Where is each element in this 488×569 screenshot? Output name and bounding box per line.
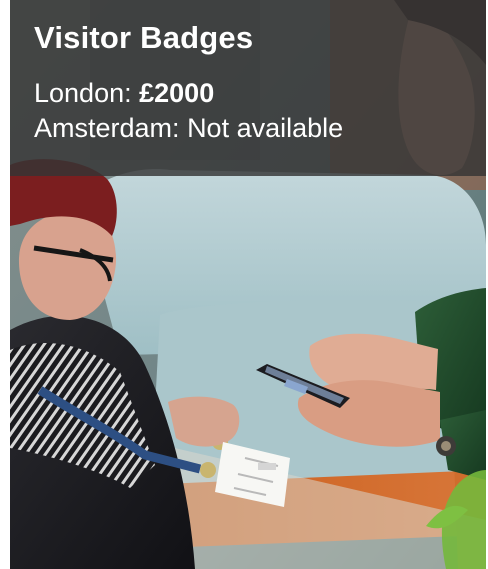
amsterdam-availability-line: Amsterdam: Not available xyxy=(34,111,462,146)
london-label: London: xyxy=(34,78,132,108)
badge-pricing-overlay: Visitor Badges London: £2000 Amsterdam: … xyxy=(10,0,486,176)
london-price-line: London: £2000 xyxy=(34,76,462,111)
amsterdam-availability: Not available xyxy=(187,113,344,143)
amsterdam-label: Amsterdam: xyxy=(34,113,180,143)
card-title: Visitor Badges xyxy=(34,20,254,55)
london-price: £2000 xyxy=(139,78,215,108)
visitor-badges-card: Visitor Badges London: £2000 Amsterdam: … xyxy=(0,0,488,569)
